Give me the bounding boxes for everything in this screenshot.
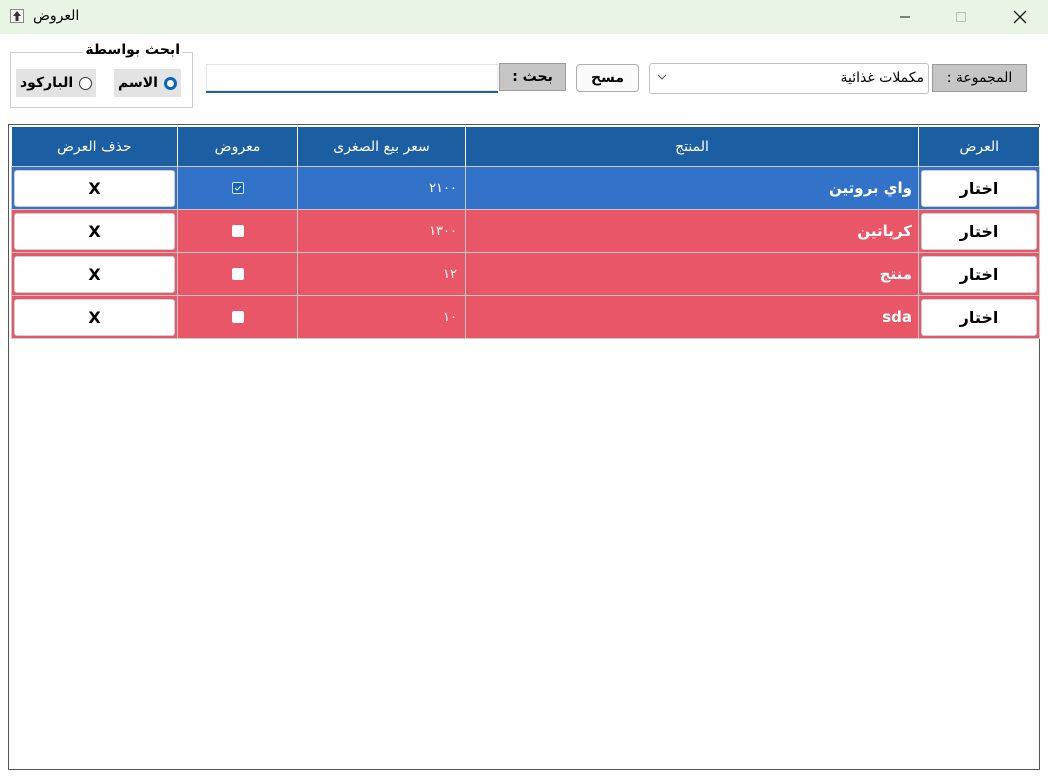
price-cell: ١٠ [297,295,466,339]
radio-name-dot[interactable] [163,76,177,90]
close-button[interactable] [997,0,1043,34]
product-cell: منتج [465,252,919,296]
offers-grid[interactable]: حذف العرض معروض سعر بيع الصغرى المنتج ال… [8,124,1040,770]
select-offer-button[interactable]: اختار [921,298,1037,336]
table-row[interactable]: X ١٢ منتج اختار [11,252,1040,296]
group-label: المجموعة : [932,64,1027,92]
radio-barcode-dot[interactable] [79,76,93,90]
chevron-down-icon [657,74,667,80]
header-offer[interactable]: العرض [918,127,1040,167]
price-cell: ٢١٠٠ [297,166,466,210]
header-delete[interactable]: حذف العرض [11,127,178,167]
select-offer-button[interactable]: اختار [921,212,1037,250]
select-offer-button[interactable]: اختار [921,255,1037,293]
radio-barcode-label: الباركود [20,75,74,91]
clear-button[interactable]: مسح [576,64,639,92]
search-by-group: ابحث بواسطة الاسم الباركود [10,42,193,108]
price-cell: ١٢ [297,252,466,296]
table-row[interactable]: X ٢١٠٠ واي بروتين اختار [11,166,1040,210]
maximize-icon [956,12,966,22]
header-row: حذف العرض معروض سعر بيع الصغرى المنتج ال… [11,127,1040,167]
product-cell: sda [465,295,919,339]
check-icon [234,185,241,191]
displayed-checkbox[interactable] [231,182,244,194]
maximize-button[interactable] [938,0,984,34]
displayed-checkbox[interactable] [231,268,244,280]
delete-offer-button[interactable]: X [14,298,175,336]
minimize-button[interactable] [882,0,928,34]
group-select[interactable]: مكملات غذائية [649,63,929,94]
header-displayed[interactable]: معروض [177,127,298,167]
delete-offer-button[interactable]: X [14,255,175,293]
radio-name-label: الاسم [118,75,158,91]
search-by-legend: ابحث بواسطة [83,42,182,58]
title-bar: العروض [0,0,1048,34]
select-offer-button[interactable]: اختار [921,169,1037,207]
app-icon [10,9,24,23]
table-row[interactable]: X ١٠ sda اختار [11,295,1040,339]
group-select-value: مكملات غذائية [840,70,925,86]
displayed-checkbox[interactable] [231,311,244,323]
search-input[interactable] [206,64,498,93]
window-title: العروض [33,8,80,24]
product-cell: واي بروتين [465,166,919,210]
header-product[interactable]: المنتج [465,127,919,167]
close-icon [1013,10,1027,24]
radio-name[interactable]: الاسم [114,69,181,97]
delete-offer-button[interactable]: X [14,212,175,250]
price-cell: ١٣٠٠ [297,209,466,253]
product-cell: كرياتين [465,209,919,253]
minimize-icon [900,16,910,18]
search-label: بحث : [499,63,566,91]
table-row[interactable]: X ١٣٠٠ كرياتين اختار [11,209,1040,253]
delete-offer-button[interactable]: X [14,169,175,207]
header-price[interactable]: سعر بيع الصغرى [297,127,466,167]
offers-table: حذف العرض معروض سعر بيع الصغرى المنتج ال… [11,127,1040,339]
displayed-checkbox[interactable] [231,225,244,237]
radio-barcode[interactable]: الباركود [16,69,97,97]
